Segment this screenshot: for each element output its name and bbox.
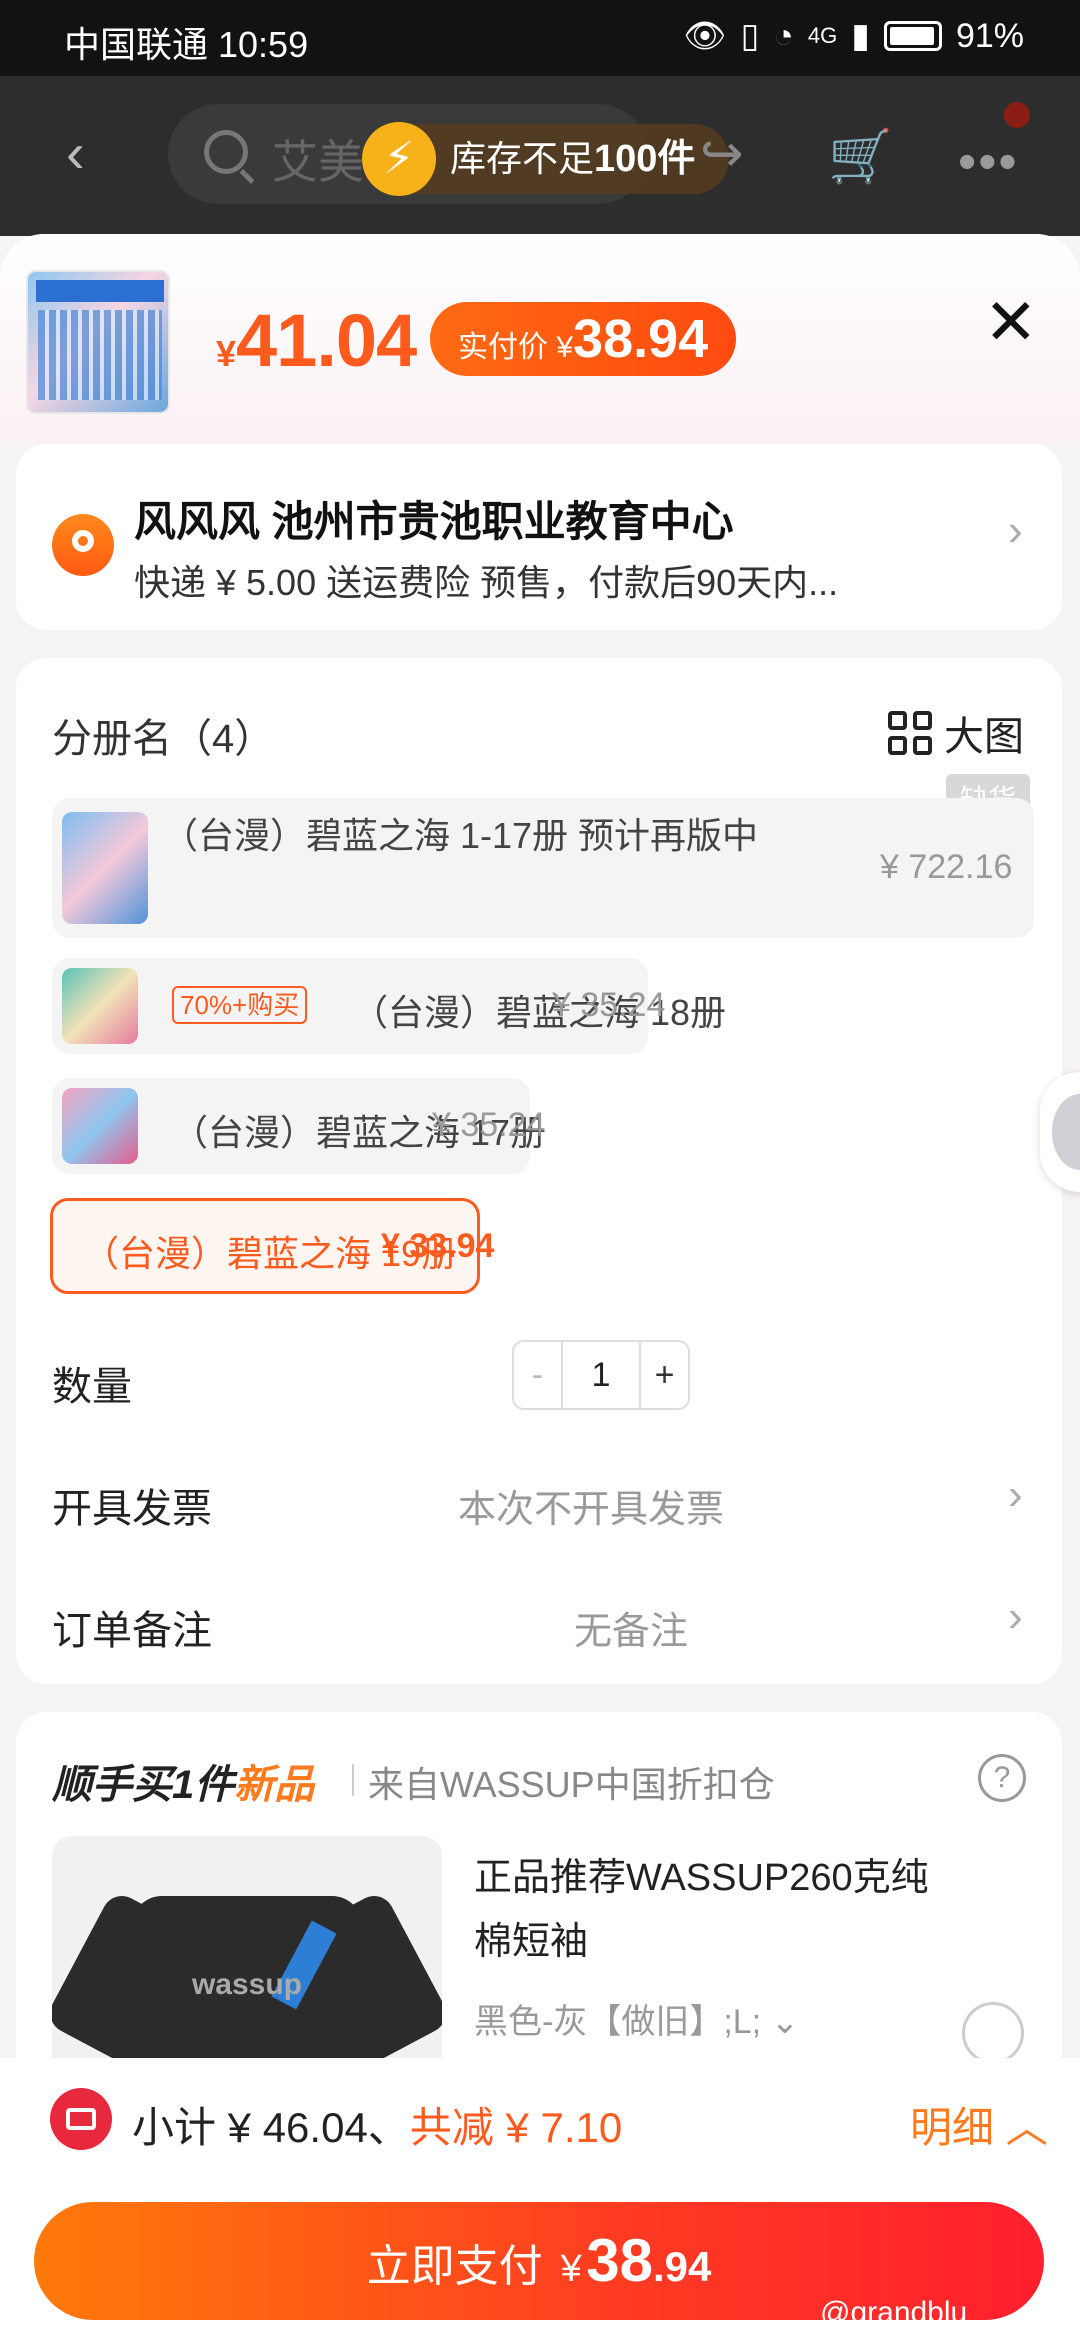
order-note-value[interactable]: 无备注 — [574, 1600, 688, 1655]
discount-text: 共减 ¥ 7.10 — [409, 2104, 623, 2151]
upsell-sku-selector[interactable]: 黑色-灰【做旧】;L; ⌄ — [474, 1990, 813, 2054]
price-currency: ¥ — [216, 333, 237, 374]
stock-tip-num: 100件 — [594, 138, 696, 180]
back-button[interactable]: ‹ — [66, 125, 106, 181]
grid-icon — [888, 711, 932, 755]
upsell-sku: 黑色-灰【做旧】;L; — [474, 2003, 762, 2041]
sku-selection-sheet: ¥41.04 实付价 ¥38.94 ✕ 风风风 池州市贵池职业教育中心 快递 ¥… — [0, 234, 1080, 2340]
option-price: ¥ 35.24 — [552, 986, 666, 1024]
chevron-right-icon: › — [1008, 506, 1023, 555]
pay-now-label: 立即支付 — [366, 2242, 543, 2291]
notification-dot — [1004, 102, 1030, 128]
option-thumbnail — [62, 968, 138, 1044]
chevron-down-icon: ⌄ — [770, 2003, 800, 2041]
battery-level: 91% — [955, 16, 1024, 55]
upsell-title-text: 顺手买1件 — [52, 1763, 235, 1807]
shipping-info: 快递 ¥ 5.00 送运费险 预售，付款后90天内... — [134, 562, 839, 603]
help-icon[interactable]: ? — [978, 1754, 1026, 1802]
chevron-right-icon: › — [1008, 1592, 1023, 1641]
detail-label: 明细 — [910, 2104, 995, 2151]
product-nav-bar: ‹ 艾美 ⚡ 库存不足100件 ↪ 🛒 ••• — [0, 76, 1080, 236]
lightning-icon: ⚡ — [362, 122, 436, 196]
subtotal-text: 小计 ¥ 46.04、 — [132, 2104, 410, 2151]
price-value: 41.04 — [236, 299, 417, 382]
decrement-button[interactable]: - — [514, 1342, 561, 1408]
original-price: ¥41.04 — [216, 298, 417, 383]
search-icon — [204, 130, 248, 174]
popularity-tag: 70%+购买 — [172, 986, 308, 1024]
eye-icon: 👁 — [683, 17, 727, 55]
close-button[interactable]: ✕ — [984, 290, 1038, 354]
option-thumbnail — [62, 812, 148, 924]
pay-currency: ¥ — [560, 2248, 582, 2290]
wifi-icon: ◔ — [773, 16, 794, 55]
option-thumbnail — [62, 1088, 138, 1164]
spec-option[interactable]: （台漫）碧蓝之海 17册 ¥ 35.24 — [52, 1078, 546, 1174]
big-image-toggle[interactable]: 大图 — [888, 704, 1024, 762]
quantity-label: 数量 — [52, 1365, 132, 1409]
spec-title: 分册名（4） — [52, 717, 275, 761]
floating-avatar[interactable] — [1040, 1072, 1080, 1192]
search-query: 艾美 — [272, 136, 364, 188]
big-image-label: 大图 — [944, 715, 1024, 759]
spec-option[interactable]: 70%+购买 （台漫）碧蓝之海 18册 ¥ 35.24 — [52, 958, 726, 1054]
actual-price-badge: 实付价 ¥38.94 — [430, 302, 737, 376]
upsell-title: 顺手买1件新品 — [52, 1752, 314, 1810]
chevron-right-icon: › — [1008, 1470, 1023, 1519]
product-thumbnail[interactable] — [26, 270, 170, 414]
upsell-product-name[interactable]: 正品推荐WASSUP260克纯棉短袖 — [474, 1846, 954, 1974]
address-title: 风风风 池州市贵池职业教育中心 — [134, 498, 734, 545]
battery-icon — [883, 21, 942, 51]
vibrate-icon: ▯ — [740, 17, 760, 55]
stock-tip-prefix: 库存不足 — [450, 138, 595, 179]
pay-amount-dec: .94 — [652, 2243, 712, 2290]
price-detail-button[interactable]: 明细 ︿ — [910, 2094, 1048, 2155]
location-icon — [52, 514, 114, 576]
option-label: （台漫）碧蓝之海 1-17册 预计再版中 — [162, 815, 759, 856]
spec-option-selected[interactable]: （台漫）碧蓝之海 19册 ¥ 33.94 — [50, 1198, 494, 1294]
address-card[interactable]: 风风风 池州市贵池职业教育中心 快递 ¥ 5.00 送运费险 预售，付款后90天… — [16, 444, 1062, 630]
quantity-value[interactable]: 1 — [560, 1342, 642, 1408]
quantity-stepper: - 1 + — [512, 1340, 690, 1410]
upsell-select-radio[interactable] — [962, 2002, 1024, 2064]
cart-icon[interactable]: 🛒 — [828, 126, 893, 187]
option-label: （台漫）碧蓝之海 18册 — [352, 992, 727, 1033]
spec-option[interactable]: （台漫）碧蓝之海 1-17册 预计再版中 ¥ 722.16 — [52, 798, 1034, 938]
watermark: @grandblu — [820, 2296, 968, 2329]
actual-price-label: 实付价 ¥ — [458, 331, 574, 364]
spec-card: 分册名（4） 大图 缺货 （台漫）碧蓝之海 1-17册 预计再版中 ¥ 722.… — [16, 658, 1062, 1684]
option-price: ¥ 722.16 — [880, 848, 1013, 886]
shirt-logo-text: wassup — [191, 1968, 303, 2001]
subtotal: 小计 ¥ 46.04、共减 ¥ 7.10 — [132, 2094, 622, 2155]
upsell-new-tag: 新品 — [234, 1763, 315, 1807]
coupon-icon — [50, 2088, 112, 2150]
invoice-label: 开具发票 — [52, 1487, 212, 1531]
order-note-label: 订单备注 — [52, 1609, 212, 1653]
share-icon[interactable]: ↪ — [700, 124, 744, 184]
increment-button[interactable]: + — [641, 1342, 688, 1408]
status-bar: 中国联通 10:59 👁 ▯ ◔ 4G ▮ 91% — [0, 0, 1080, 76]
pay-amount-int: 38 — [586, 2227, 653, 2294]
status-icons: 👁 ▯ ◔ 4G ▮ 91% — [683, 16, 1024, 56]
option-price: ¥ 35.24 — [432, 1106, 546, 1144]
upsell-source: 来自WASSUP中国折扣仓 — [352, 1756, 775, 1808]
chevron-up-icon: ︿ — [1005, 2104, 1048, 2151]
network-label: 4G — [807, 23, 838, 48]
sheet-header: ¥41.04 实付价 ¥38.94 ✕ — [0, 234, 1080, 444]
signal-icon: ▮ — [851, 17, 870, 55]
more-icon[interactable]: ••• — [958, 132, 1019, 192]
carrier-time: 中国联通 10:59 — [64, 24, 309, 65]
option-price: ¥ 33.94 — [381, 1227, 495, 1265]
actual-price-value: 38.94 — [573, 309, 709, 369]
low-stock-toast: ⚡ 库存不足100件 — [362, 122, 730, 196]
invoice-value[interactable]: 本次不开具发票 — [458, 1478, 724, 1533]
